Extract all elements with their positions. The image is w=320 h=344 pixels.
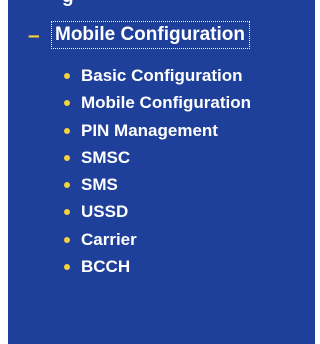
menu-item-smsc[interactable]: SMSC <box>8 144 315 171</box>
menu-item-carrier[interactable]: Carrier <box>8 226 315 253</box>
bullet-icon <box>64 73 70 79</box>
navigation-panel: g – Mobile Configuration Basic Configura… <box>0 0 320 344</box>
menu-item-label[interactable]: Mobile Configuration <box>81 89 251 116</box>
menu-item-bcch[interactable]: BCCH <box>8 253 315 280</box>
clipped-menu-item-label: g <box>62 0 74 11</box>
menu-item-pin-management[interactable]: PIN Management <box>8 117 315 144</box>
menu-item-basic-configuration[interactable]: Basic Configuration <box>8 62 315 89</box>
mobile-configuration-submenu: Basic Configuration Mobile Configuration… <box>8 62 315 280</box>
section-title[interactable]: Mobile Configuration <box>51 21 250 49</box>
bullet-icon <box>64 154 70 161</box>
menu-item-label[interactable]: SMSC <box>81 144 130 171</box>
bullet-icon <box>64 182 70 189</box>
bullet-icon <box>64 127 70 134</box>
bullet-icon <box>64 100 70 107</box>
bullet-icon <box>64 264 70 271</box>
menu-item-mobile-configuration[interactable]: Mobile Configuration <box>8 89 315 116</box>
bullet-icon <box>64 209 70 216</box>
mobile-configuration-section-header[interactable]: – Mobile Configuration <box>8 21 315 51</box>
menu-item-label[interactable]: Basic Configuration <box>81 62 243 89</box>
menu-item-ussd[interactable]: USSD <box>8 198 315 225</box>
bullet-icon <box>64 236 70 243</box>
menu-item-label[interactable]: PIN Management <box>81 117 218 144</box>
collapse-icon[interactable]: – <box>28 21 40 51</box>
menu-item-sms[interactable]: SMS <box>8 171 315 198</box>
menu-item-label[interactable]: Carrier <box>81 226 137 253</box>
menu-item-label[interactable]: SMS <box>81 171 118 198</box>
menu-item-label[interactable]: USSD <box>81 198 128 225</box>
menu-item-label[interactable]: BCCH <box>81 253 130 280</box>
